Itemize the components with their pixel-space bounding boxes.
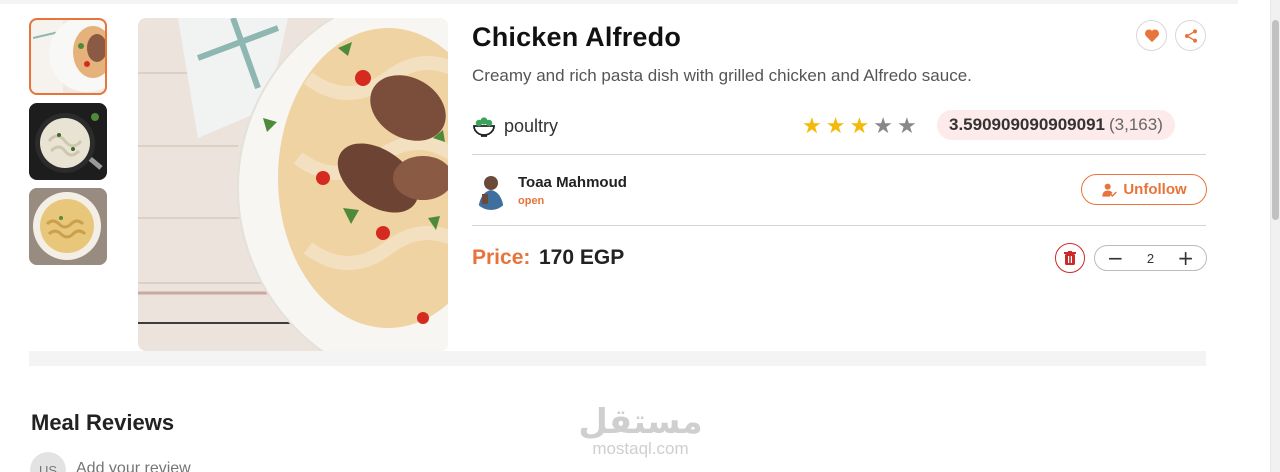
section-separator xyxy=(29,351,1206,366)
author-avatar[interactable] xyxy=(472,170,510,210)
thumbnail-pasta-pan[interactable] xyxy=(29,103,107,180)
top-edge xyxy=(0,0,1238,4)
user-check-icon xyxy=(1102,183,1118,197)
star-icon: ★ xyxy=(849,113,870,138)
quantity-value: 2 xyxy=(1146,250,1155,266)
plus-icon[interactable]: + xyxy=(1177,248,1194,268)
rating-badge: 3.590909090909091 (3,163) xyxy=(937,110,1175,140)
pasta-bowl-image xyxy=(29,188,107,265)
rating-count: (3,163) xyxy=(1109,115,1163,134)
minus-icon[interactable]: − xyxy=(1107,248,1124,268)
remove-from-cart-button[interactable] xyxy=(1055,243,1085,273)
star-icon: ★ xyxy=(825,113,846,138)
unfollow-button[interactable]: Unfollow xyxy=(1081,174,1207,205)
author-status: open xyxy=(518,195,545,207)
meal-description: Creamy and rich pasta dish with grilled … xyxy=(472,66,972,85)
price-row: Price: 170 EGP − 2 + xyxy=(472,242,1207,276)
share-button[interactable] xyxy=(1175,20,1206,51)
star-icon: ★ xyxy=(802,113,822,138)
review-input[interactable] xyxy=(76,460,296,472)
category-label[interactable]: poultry xyxy=(504,116,558,137)
category-rating-row: poultry ★ ★ ★ ★ ★ 3.590909090909091 (3,1… xyxy=(472,110,1206,144)
trash-icon xyxy=(1064,251,1076,265)
star-icon: ★ xyxy=(896,113,917,138)
meal-main-image xyxy=(138,18,448,351)
thumbnail-list xyxy=(29,18,107,273)
divider xyxy=(472,225,1206,226)
watermark-arabic: مستقل xyxy=(578,402,703,442)
thumbnail-plate-chicken[interactable] xyxy=(29,18,107,95)
price-value: 170 EGP xyxy=(539,246,625,269)
quantity-stepper: − 2 + xyxy=(1094,245,1207,271)
favorite-button[interactable] xyxy=(1136,20,1167,51)
watermark: مستقل mostaql.com xyxy=(578,404,703,458)
unfollow-label: Unfollow xyxy=(1123,181,1187,198)
reviews-title: Meal Reviews xyxy=(31,410,175,435)
rating-value: 3.590909090909091 xyxy=(949,115,1105,134)
author-name[interactable]: Toaa Mahmoud xyxy=(518,174,627,191)
meal-title: Chicken Alfredo xyxy=(472,22,682,52)
salad-bowl-icon xyxy=(473,117,495,137)
divider xyxy=(472,154,1206,155)
user-avatar: US xyxy=(30,452,66,472)
scrollbar[interactable] xyxy=(1270,0,1280,472)
price-label: Price: xyxy=(472,246,531,269)
heart-icon xyxy=(1144,29,1159,43)
scrollbar-thumb[interactable] xyxy=(1272,20,1279,220)
watermark-latin: mostaql.com xyxy=(592,439,689,458)
add-review-row: US xyxy=(30,452,330,472)
author-row: Toaa Mahmoud open Unfollow xyxy=(472,170,1207,210)
star-icon: ★ xyxy=(873,113,893,138)
thumbnail-pasta-bowl[interactable] xyxy=(29,188,107,265)
plate-chicken-image xyxy=(29,18,107,95)
star-rating: ★ ★ ★ ★ ★ xyxy=(802,114,917,138)
share-icon xyxy=(1184,28,1197,43)
pasta-pan-image xyxy=(29,103,107,180)
